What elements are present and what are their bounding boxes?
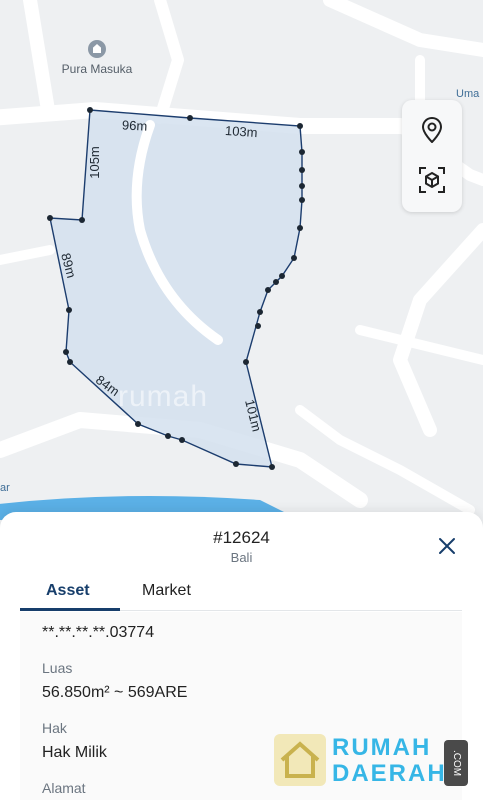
brand-line-2: DAERAH [332, 760, 447, 787]
brand-line-1: RUMAH [332, 734, 432, 761]
3d-view-icon[interactable] [416, 164, 448, 196]
place-label-uma: Uma [456, 88, 480, 100]
house-icon [274, 734, 326, 786]
luas-value: 56.850m² ~ 569ARE [42, 684, 188, 701]
parcel-region: Bali [230, 550, 253, 565]
location-pin-icon[interactable] [416, 114, 448, 146]
alamat-label: Alamat [42, 780, 86, 796]
edge-label-top-left: 96m [121, 117, 148, 134]
detail-tabs: Asset Market [20, 580, 462, 611]
luas-label: Luas [42, 660, 73, 676]
map-toolbar [402, 100, 462, 212]
map-view[interactable]: Pura Masuka Uma ar 96m 103m 105m 89m 84m… [0, 0, 483, 520]
active-tab-indicator [20, 608, 120, 611]
watermark-text: rumah [118, 380, 209, 413]
tab-asset[interactable]: Asset [46, 582, 90, 600]
close-icon[interactable] [437, 536, 457, 556]
temple-icon [88, 40, 106, 58]
poi-pura-masuka[interactable]: Pura Masuka [52, 40, 142, 76]
hak-label: Hak [42, 720, 67, 736]
brand-watermark-logo: RUMAH DAERAH .COM [274, 734, 474, 790]
edge-label-west-upper: 105m [86, 146, 102, 179]
tab-market[interactable]: Market [142, 582, 191, 600]
nib-value: **.**.**.**.03774 [42, 624, 155, 641]
poi-label: Pura Masuka [61, 62, 133, 76]
edge-label-top-right: 103m [224, 122, 259, 141]
hak-value: Hak Milik [42, 744, 107, 761]
place-label-left: ar [0, 482, 10, 494]
brand-suffix: .COM [444, 740, 468, 786]
parcel-id: #12624 [213, 528, 270, 547]
